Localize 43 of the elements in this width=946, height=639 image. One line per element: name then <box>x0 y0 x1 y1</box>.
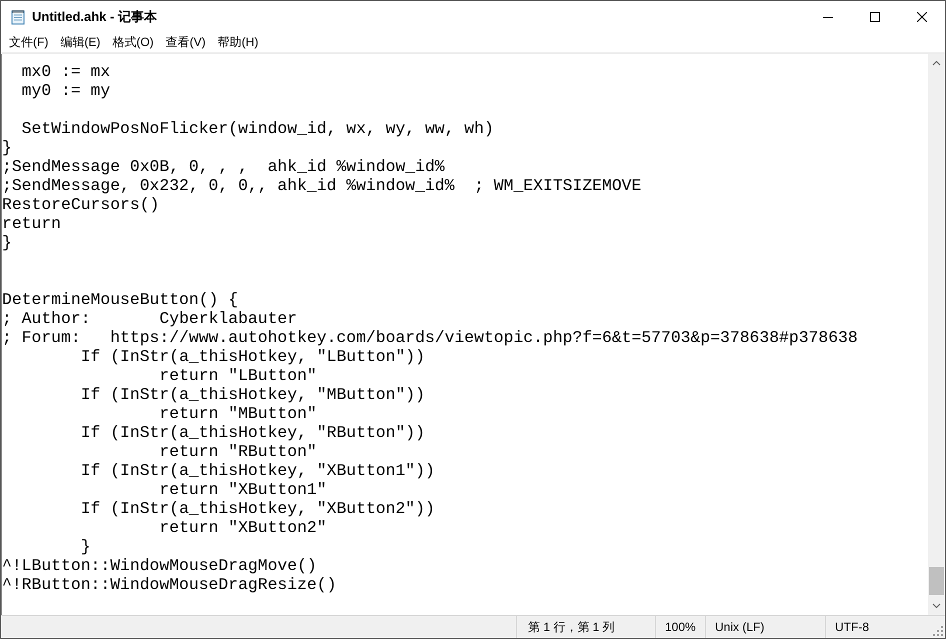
code-line: ;SendMessage 0x0B, 0, , , ahk_id %window_id% <box>2 157 446 176</box>
menu-item[interactable]: 格式(O) <box>106 34 160 50</box>
menu-item[interactable]: 查看(V) <box>160 34 212 50</box>
code-line: If (InStr(a_thisHotkey, "XButton1")) <box>80 461 436 480</box>
code-line: RestoreCursors() <box>2 195 160 214</box>
code-line: return "XButton2" <box>158 518 328 537</box>
code-line: ; Forum: https://www.autohotkey.com/boards/viewtopic.php?f=6&t=57703&p=378638#p378638 <box>2 328 859 347</box>
scroll-down-icon <box>932 603 941 609</box>
code-line: If (InStr(a_thisHotkey, "MButton")) <box>80 385 426 404</box>
code-line: If (InStr(a_thisHotkey, "RButton")) <box>80 423 426 442</box>
code-line: ^!LButton::WindowMouseDragMove() <box>2 556 318 575</box>
status-text: UTF-8 <box>835 620 869 634</box>
code-line: mx0 := mx <box>20 62 112 81</box>
code-line: If (InStr(a_thisHotkey, "XButton2")) <box>80 499 436 518</box>
code-line: ^!RButton::WindowMouseDragResize() <box>2 575 338 594</box>
scrollbar-thumb[interactable] <box>929 567 944 595</box>
code-line: return "RButton" <box>158 442 318 461</box>
code-line: return <box>2 214 62 233</box>
resize-grip-icon[interactable] <box>933 626 943 636</box>
code-line: return "LButton" <box>158 366 318 385</box>
menu-item[interactable]: 帮助(H) <box>212 34 264 50</box>
code-line: } <box>80 537 92 556</box>
status-text: 第 1 行，第 1 列 <box>528 618 615 636</box>
code-line: ;SendMessage, 0x232, 0, 0,, ahk_id %window_id% ; WM_EXITSIZEMOVE <box>2 176 642 195</box>
notepad-icon <box>10 8 26 24</box>
vertical-scrollbar[interactable] <box>928 54 945 615</box>
window-title: Untitled.ahk - 记事本 <box>32 8 158 26</box>
code-line: my0 := my <box>20 81 112 100</box>
status-text: 100% <box>665 620 696 634</box>
code-line: DetermineMouseButton() { <box>2 290 240 309</box>
code-line: ; Author: Cyberklabauter <box>2 309 298 328</box>
menu-item[interactable]: 编辑(E) <box>54 34 106 50</box>
status-text: Unix (LF) <box>715 620 764 634</box>
code-line: return "XButton1" <box>158 480 328 499</box>
code-line: return "MButton" <box>158 404 318 423</box>
maximize-icon <box>870 12 880 22</box>
close-icon <box>916 12 926 22</box>
code-line: SetWindowPosNoFlicker(window_id, wx, wy, ww, wh) <box>20 119 495 138</box>
code-line: If (InStr(a_thisHotkey, "LButton")) <box>80 347 426 366</box>
scroll-up-icon <box>932 60 941 66</box>
code-line: } <box>2 233 13 252</box>
code-line: } <box>2 138 13 157</box>
menu-item[interactable]: 文件(F) <box>3 34 54 50</box>
